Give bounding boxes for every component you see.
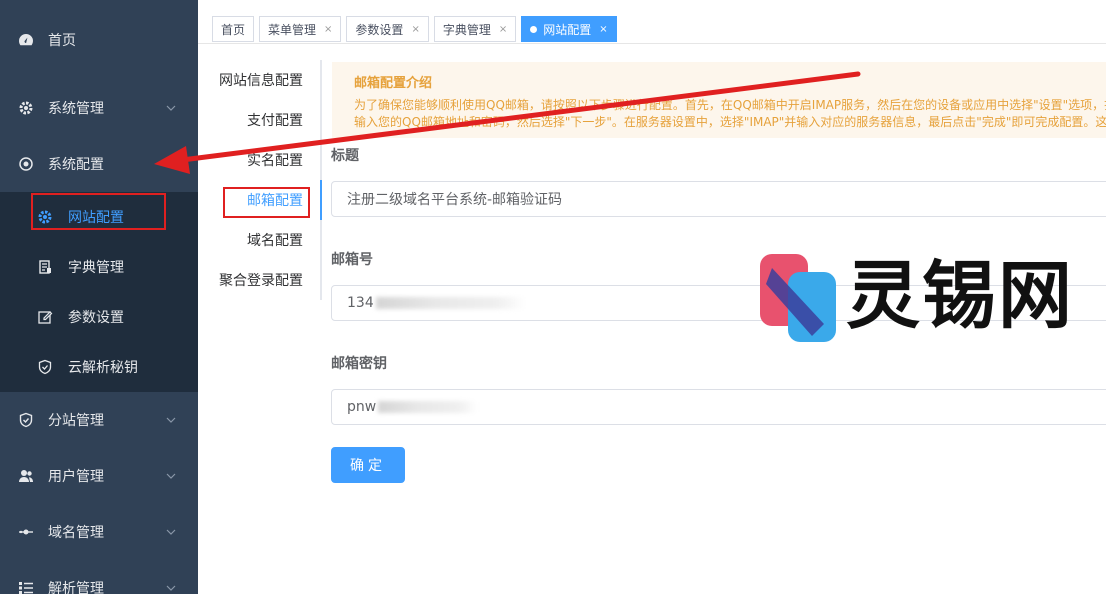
sidebar-item-home[interactable]: 首页: [0, 0, 198, 80]
close-icon[interactable]: ×: [411, 24, 419, 35]
sidebar: 首页 系统管理 系统配置 网站配置 字典管理 参数设置 云解析秘钥 分站管理 用…: [0, 0, 198, 594]
sidebar-item-label: 首页: [48, 33, 76, 49]
sidebar-item-label: 系统配置: [48, 157, 104, 173]
shield-icon: [37, 359, 53, 375]
tab-payment[interactable]: 支付配置: [198, 100, 320, 140]
sidebar-subitem-label: 参数设置: [68, 310, 124, 326]
tabs-divider: [320, 60, 322, 300]
chevron-down-icon: [166, 529, 176, 535]
document-icon: [37, 259, 53, 275]
tag-menu-management[interactable]: 菜单管理 ×: [259, 16, 342, 42]
email-label: 邮箱号: [331, 252, 373, 268]
sidebar-subitem-dictionary[interactable]: 字典管理: [0, 242, 198, 292]
sidebar-item-dns-parse[interactable]: 解析管理: [0, 560, 198, 594]
tab-site-info[interactable]: 网站信息配置: [198, 60, 320, 100]
gear-icon: [18, 100, 34, 116]
tag-label: 菜单管理: [268, 22, 317, 37]
sidebar-item-system-management[interactable]: 系统管理: [0, 80, 198, 136]
email-key-input-value: pnw: [347, 399, 377, 415]
redacted-blur: [375, 297, 526, 309]
email-input-value: 134: [347, 295, 374, 311]
tag-label: 首页: [221, 22, 246, 37]
email-key-input[interactable]: pnw: [331, 389, 1106, 425]
title-input-value: 注册二级域名平台系统-邮箱验证码: [347, 192, 563, 208]
dashboard-icon: [18, 32, 34, 48]
tab-realname[interactable]: 实名配置: [198, 140, 320, 180]
sidebar-subitem-label: 字典管理: [68, 260, 124, 276]
sidebar-item-label: 用户管理: [48, 469, 104, 485]
tag-label: 字典管理: [442, 22, 491, 37]
sidebar-item-substation[interactable]: 分站管理: [0, 392, 198, 448]
close-icon[interactable]: ×: [599, 24, 607, 35]
chevron-down-icon: [166, 105, 176, 111]
alert-description-line: 为了确保您能够顺利使用QQ邮箱，请按照以下步骤进行配置。首先，在QQ邮箱中开启I…: [354, 98, 1106, 112]
sidebar-item-label: 域名管理: [48, 525, 104, 541]
redacted-blur: [378, 401, 479, 413]
sidebar-item-system-config[interactable]: 系统配置: [0, 136, 198, 192]
list-icon: [18, 580, 34, 594]
tag-home[interactable]: 首页: [212, 16, 255, 42]
chevron-up-icon: [166, 161, 176, 167]
logo-icon: [760, 254, 836, 342]
target-icon: [18, 156, 34, 172]
link-icon: [18, 524, 34, 540]
tab-social-login[interactable]: 聚合登录配置: [198, 260, 320, 300]
chevron-down-icon: [166, 585, 176, 591]
sidebar-item-label: 分站管理: [48, 413, 104, 429]
active-dot-icon: [530, 25, 538, 33]
tag-params[interactable]: 参数设置 ×: [346, 16, 429, 42]
tab-domain[interactable]: 域名配置: [198, 220, 320, 260]
sidebar-item-users[interactable]: 用户管理: [0, 448, 198, 504]
gear-icon: [37, 209, 53, 225]
edit-icon: [37, 309, 53, 325]
info-alert: 邮箱配置介绍 为了确保您能够顺利使用QQ邮箱，请按照以下步骤进行配置。首先，在Q…: [332, 62, 1106, 138]
watermark-text: 灵锡网: [846, 253, 1074, 339]
shield-check-icon: [18, 412, 34, 428]
config-tabs: 网站信息配置 支付配置 实名配置 邮箱配置 域名配置 聚合登录配置: [198, 60, 320, 300]
title-label: 标题: [331, 148, 359, 164]
sidebar-subitem-label: 网站配置: [68, 210, 124, 226]
tag-label: 参数设置: [355, 22, 404, 37]
watermark-logo: 灵锡网: [758, 250, 1098, 342]
chevron-down-icon: [166, 417, 176, 423]
alert-description-line: 输入您的QQ邮箱地址和密码，然后选择"下一步"。在服务器设置中，选择"IMAP"…: [354, 115, 1106, 129]
close-icon[interactable]: ×: [324, 24, 332, 35]
confirm-button[interactable]: 确定: [331, 447, 405, 483]
sidebar-item-label: 系统管理: [48, 101, 104, 117]
sidebar-item-domains[interactable]: 域名管理: [0, 504, 198, 560]
active-tab-indicator: [320, 180, 322, 220]
sidebar-subitem-site-config[interactable]: 网站配置: [0, 192, 198, 242]
sidebar-submenu-system-config: 网站配置 字典管理 参数设置 云解析秘钥: [0, 192, 198, 392]
tab-email[interactable]: 邮箱配置: [198, 180, 320, 220]
close-icon[interactable]: ×: [499, 24, 507, 35]
users-icon: [18, 468, 34, 484]
tag-site-config[interactable]: 网站配置 ×: [521, 16, 617, 42]
tag-label: 网站配置: [543, 22, 592, 37]
email-key-label: 邮箱密钥: [331, 356, 387, 372]
sidebar-item-label: 解析管理: [48, 581, 104, 594]
alert-title: 邮箱配置介绍: [354, 76, 433, 91]
sidebar-subitem-label: 云解析秘钥: [68, 360, 138, 376]
title-input[interactable]: 注册二级域名平台系统-邮箱验证码: [331, 181, 1106, 217]
chevron-down-icon: [166, 473, 176, 479]
sidebar-subitem-cloud-dns-key[interactable]: 云解析秘钥: [0, 342, 198, 392]
sidebar-subitem-params[interactable]: 参数设置: [0, 292, 198, 342]
tags-view-bar: 首页 菜单管理 × 参数设置 × 字典管理 × 网站配置 ×: [198, 0, 1106, 44]
tag-dictionary[interactable]: 字典管理 ×: [433, 16, 517, 42]
